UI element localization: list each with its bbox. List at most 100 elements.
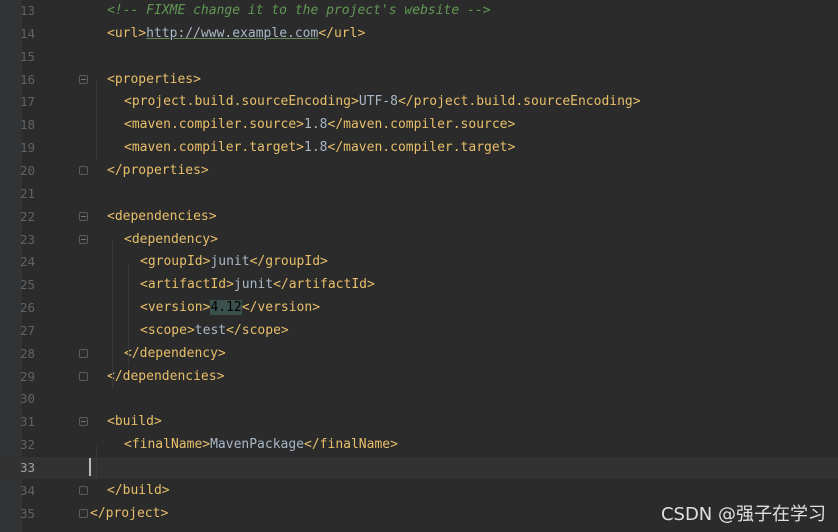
xml-tag: </url> [318,25,366,41]
indent-guide [96,79,97,160]
xml-tag: <properties> [107,71,201,87]
xml-tag: </groupId> [249,254,328,270]
line-number: 29 [20,368,36,384]
line-number: 35 [20,505,36,521]
code-text[interactable]: <maven.compiler.source>1.8</maven.compil… [124,114,515,136]
xml-text: test [194,322,227,338]
xml-text: UTF-8 [358,94,398,110]
code-text[interactable]: <dependencies> [107,206,217,228]
code-line[interactable]: 21 [0,183,838,205]
line-number: 15 [20,48,36,64]
xml-tag: </finalName> [304,437,398,453]
xml-tag: </maven.compiler.target> [327,140,516,156]
code-text[interactable]: <finalName>MavenPackage</finalName> [124,434,398,456]
xml-tag: </properties> [107,162,209,178]
fold-marker-icon[interactable] [79,485,88,495]
line-number: 20 [20,162,36,178]
xml-tag: <dependencies> [107,208,217,224]
xml-text: 4.12 [210,300,242,316]
code-line[interactable]: 18 <maven.compiler.source>1.8</maven.comp… [0,114,838,136]
code-line[interactable]: 32 <finalName>MavenPackage</finalName> [0,434,838,456]
xml-tag: <maven.compiler.source> [124,117,305,133]
code-text[interactable]: <properties> [107,69,201,91]
xml-tag: <version> [140,300,211,316]
line-number: 28 [20,345,36,361]
code-line[interactable]: 23 <dependency> [0,229,838,251]
line-number: 13 [20,3,36,18]
xml-text: MavenPackage [210,437,305,453]
xml-tag: <url> [107,25,147,41]
xml-tag: <build> [107,414,162,430]
code-text[interactable]: <artifactId>junit</artifactId> [140,274,375,296]
xml-tag: <groupId> [140,254,211,270]
line-number: 24 [20,254,36,270]
code-text[interactable]: <groupId>junit</groupId> [140,251,328,273]
line-number: 17 [20,94,36,110]
watermark: CSDN @强子在学习 [660,504,826,525]
line-number: 14 [20,25,36,41]
code-text[interactable]: <url>http://www.example.com</url> [107,23,365,45]
code-line[interactable]: 24 <groupId>junit</groupId> [0,251,838,273]
xml-tag: </version> [241,300,321,316]
xml-text: http://www.example.com [146,25,319,41]
code-line[interactable]: 25 <artifactId>junit</artifactId> [0,274,838,296]
xml-tag: </maven.compiler.source> [327,117,516,133]
code-line[interactable]: 13 <!-- FIXME change it to the project's … [0,0,838,22]
fold-marker-icon[interactable] [79,508,88,518]
fold-marker-icon[interactable] [79,211,88,221]
xml-text: 1.8 [304,117,328,133]
code-text[interactable]: </project> [90,503,168,525]
code-editor[interactable]: 13 <!-- FIXME change it to the project's … [0,0,838,532]
code-text[interactable]: <dependency> [124,229,218,251]
code-line[interactable]: 20 </properties> [0,160,838,182]
line-number: 19 [20,140,36,156]
code-line[interactable]: 26 <version>4.12</version> [0,297,838,319]
line-number: 34 [20,482,36,498]
line-number: 25 [20,277,36,293]
code-line[interactable]: 14 <url>http://www.example.com</url> [0,23,838,45]
code-text[interactable]: </dependency> [124,343,226,365]
line-number: 18 [20,117,36,133]
line-number: 16 [20,71,36,87]
line-number: 32 [20,437,36,453]
line-number: 26 [20,300,36,316]
fold-marker-icon[interactable] [79,371,88,381]
code-line[interactable]: 15 [0,46,838,68]
code-text[interactable]: <build> [107,411,162,433]
fold-marker-icon[interactable] [79,417,88,427]
code-text[interactable]: </dependencies> [107,366,224,388]
xml-tag: <dependency> [124,231,218,247]
code-text[interactable]: <project.build.sourceEncoding>UTF-8</pro… [124,91,641,113]
code-line[interactable]: 28 </dependency> [0,343,838,365]
xml-tag: <scope> [140,322,195,338]
code-line[interactable]: 31 <build> [0,411,838,433]
fold-marker-icon[interactable] [79,74,88,84]
line-number: 23 [20,231,36,247]
fold-marker-icon[interactable] [79,234,88,244]
line-number: 21 [20,185,36,201]
code-line[interactable]: 19 <maven.compiler.target>1.8</maven.comp… [0,137,838,159]
xml-tag: </artifactId> [273,277,375,293]
fold-marker-icon[interactable] [79,165,88,175]
fold-marker-icon[interactable] [79,348,88,358]
code-text[interactable]: <maven.compiler.target>1.8</maven.compil… [124,137,515,159]
code-line[interactable]: 17 <project.build.sourceEncoding>UTF-8</p… [0,91,838,113]
xml-comment: <!-- FIXME change it to the project's we… [107,3,491,18]
code-line[interactable]: 34 </build> [0,480,838,502]
xml-tag: <artifactId> [140,277,234,293]
code-text[interactable]: </build> [107,480,170,502]
code-line[interactable]: 30 [0,388,838,410]
code-text[interactable]: <scope>test</scope> [140,320,289,342]
xml-tag: </dependency> [124,345,226,361]
xml-text: 1.8 [304,140,328,156]
code-line[interactable]: 27 <scope>test</scope> [0,320,838,342]
xml-tag: </build> [107,482,170,498]
code-line[interactable]: 33 [0,457,838,479]
code-text[interactable]: </properties> [107,160,209,182]
code-line[interactable]: 29 </dependencies> [0,366,838,388]
xml-tag: <finalName> [124,437,211,453]
code-text[interactable]: <version>4.12</version> [140,297,320,319]
code-line[interactable]: 16 <properties> [0,69,838,91]
code-text[interactable]: <!-- FIXME change it to the project's we… [107,0,491,22]
code-line[interactable]: 22 <dependencies> [0,206,838,228]
